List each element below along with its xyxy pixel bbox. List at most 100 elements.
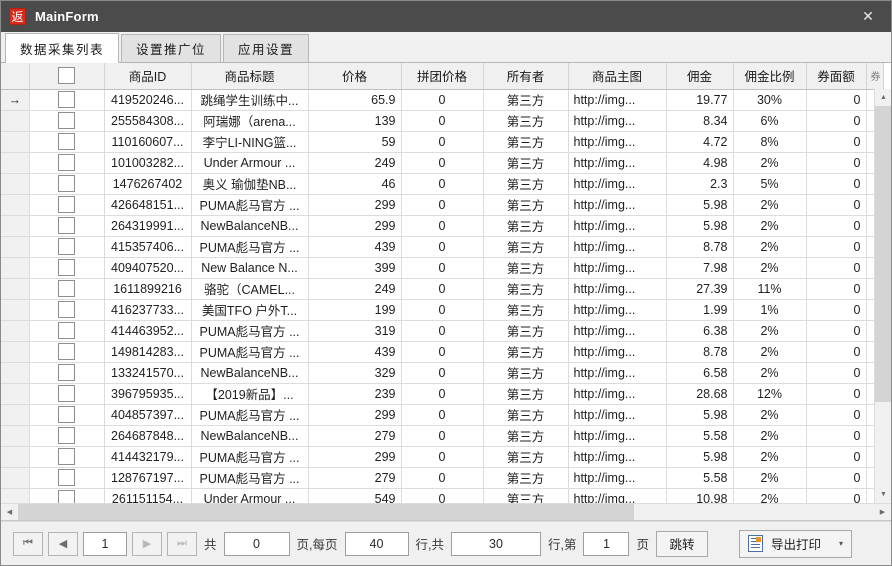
row-checkbox[interactable] — [58, 343, 75, 360]
horizontal-scroll-thumb[interactable] — [18, 504, 635, 520]
table-row[interactable]: 1611899216 骆驼（CAMEL... 249 0 第三方 http://img..… — [1, 278, 884, 300]
total-pages-input[interactable]: 0 — [223, 531, 290, 556]
row-selector[interactable] — [1, 383, 30, 405]
row-checkbox[interactable] — [58, 385, 75, 402]
row-checkbox[interactable] — [58, 217, 75, 234]
row-checkbox[interactable] — [58, 238, 75, 255]
row-checkbox[interactable] — [58, 364, 75, 381]
column-header-img[interactable]: 商品主图 — [568, 63, 667, 90]
row-selector[interactable] — [1, 362, 30, 384]
row-selector[interactable]: → — [1, 89, 30, 111]
row-checkbox[interactable] — [58, 490, 75, 503]
column-header-comm[interactable]: 佣金 — [666, 63, 734, 90]
row-selector[interactable] — [1, 152, 30, 174]
column-header-gprice[interactable]: 拼团价格 — [401, 63, 484, 90]
table-row[interactable]: 396795935... 【2019新品】... 239 0 第三方 http://img… — [1, 383, 884, 405]
table-row[interactable]: 255584308... 阿瑞娜（arena... 139 0 第三方 http://im… — [1, 110, 884, 132]
scroll-left-icon[interactable]: ◀ — [1, 504, 18, 520]
close-icon[interactable]: ✕ — [845, 1, 891, 32]
column-header-id[interactable]: 商品ID — [104, 63, 192, 90]
row-checkbox-cell[interactable] — [29, 425, 105, 447]
row-selector[interactable] — [1, 320, 30, 342]
row-checkbox-cell[interactable] — [29, 362, 105, 384]
row-checkbox[interactable] — [58, 280, 75, 297]
row-selector[interactable] — [1, 278, 30, 300]
horizontal-scroll-track[interactable] — [18, 504, 874, 520]
horizontal-scrollbar[interactable]: ◀ ▶ — [1, 503, 891, 520]
row-selector[interactable] — [1, 404, 30, 426]
row-selector[interactable] — [1, 131, 30, 153]
row-checkbox[interactable] — [58, 196, 75, 213]
next-page-button[interactable]: ▶ — [132, 531, 162, 556]
row-selector[interactable] — [1, 173, 30, 195]
table-row[interactable]: → 419520246... 跳绳学生训练中... 65.9 0 第三方 http://im… — [1, 89, 884, 111]
export-print-button[interactable]: 导出打印 ▾ — [738, 529, 853, 558]
row-selector[interactable] — [1, 341, 30, 363]
row-checkbox[interactable] — [58, 133, 75, 150]
row-checkbox[interactable] — [58, 469, 75, 486]
row-checkbox-cell[interactable] — [29, 404, 105, 426]
tab-1[interactable]: 设置推广位 — [121, 34, 222, 62]
column-header-coupon[interactable]: 券面额 — [806, 63, 867, 90]
current-page-input[interactable]: 1 — [83, 531, 127, 556]
scroll-down-icon[interactable]: ▼ — [875, 486, 891, 503]
row-checkbox-cell[interactable] — [29, 299, 105, 321]
row-checkbox[interactable] — [58, 259, 75, 276]
row-checkbox-cell[interactable] — [29, 194, 105, 216]
prev-page-button[interactable]: ◀ — [48, 531, 78, 556]
tab-2[interactable]: 应用设置 — [223, 34, 310, 62]
column-header-chk[interactable] — [29, 63, 105, 90]
row-checkbox[interactable] — [58, 175, 75, 192]
table-row[interactable]: 404857397... PUMA彪马官方 ... 299 0 第三方 http://im… — [1, 404, 884, 426]
row-checkbox-cell[interactable] — [29, 173, 105, 195]
table-row[interactable]: 101003282... Under Armour ... 249 0 第三方 http:… — [1, 152, 884, 174]
tab-0[interactable]: 数据采集列表 — [5, 33, 120, 63]
row-checkbox-cell[interactable] — [29, 383, 105, 405]
total-rows-input[interactable]: 30 — [450, 531, 541, 556]
table-row[interactable]: 416237733... 美国TFO 户外T... 199 0 第三方 http://im… — [1, 299, 884, 321]
table-row[interactable]: 128767197... PUMA彪马官方 ... 279 0 第三方 http://im… — [1, 467, 884, 489]
row-checkbox[interactable] — [58, 112, 75, 129]
row-selector[interactable] — [1, 110, 30, 132]
row-checkbox-cell[interactable] — [29, 152, 105, 174]
row-checkbox-cell[interactable] — [29, 278, 105, 300]
table-row[interactable]: 1476267402 奥义 瑜伽垫NB... 46 0 第三方 http://img...… — [1, 173, 884, 195]
first-page-button[interactable]: ⏮ — [13, 531, 43, 556]
row-checkbox[interactable] — [58, 427, 75, 444]
row-checkbox-cell[interactable] — [29, 467, 105, 489]
row-selector[interactable] — [1, 425, 30, 447]
row-checkbox-cell[interactable] — [29, 236, 105, 258]
table-row[interactable]: 264319991... NewBalanceNB... 299 0 第三方 http:/… — [1, 215, 884, 237]
row-selector[interactable] — [1, 299, 30, 321]
row-checkbox[interactable] — [58, 91, 75, 108]
table-row[interactable]: 264687848... NewBalanceNB... 279 0 第三方 http:/… — [1, 425, 884, 447]
row-checkbox[interactable] — [58, 154, 75, 171]
vertical-scroll-track[interactable] — [875, 106, 891, 486]
chevron-down-icon[interactable]: ▾ — [839, 539, 843, 548]
rows-per-page-input[interactable]: 40 — [344, 531, 409, 556]
row-selector[interactable] — [1, 236, 30, 258]
row-checkbox-cell[interactable] — [29, 320, 105, 342]
row-checkbox-cell[interactable] — [29, 446, 105, 468]
row-selector[interactable] — [1, 488, 30, 503]
vertical-scrollbar[interactable]: ▲ ▼ — [874, 89, 891, 503]
jump-page-input[interactable]: 1 — [583, 531, 630, 556]
table-row[interactable]: 414463952... PUMA彪马官方 ... 319 0 第三方 http://im… — [1, 320, 884, 342]
table-row[interactable]: 261151154... Under Armour ... 549 0 第三方 http:… — [1, 488, 884, 503]
column-header-sel[interactable] — [1, 63, 30, 90]
vertical-scroll-thumb[interactable] — [875, 106, 891, 402]
row-selector[interactable] — [1, 194, 30, 216]
row-checkbox[interactable] — [58, 322, 75, 339]
row-checkbox-cell[interactable] — [29, 110, 105, 132]
row-checkbox-cell[interactable] — [29, 257, 105, 279]
select-all-checkbox[interactable] — [58, 67, 75, 85]
column-header-more[interactable]: 券 — [866, 63, 884, 90]
row-selector[interactable] — [1, 446, 30, 468]
jump-button[interactable]: 跳转 — [655, 530, 708, 557]
row-checkbox-cell[interactable] — [29, 131, 105, 153]
table-row[interactable]: 133241570... NewBalanceNB... 329 0 第三方 http:/… — [1, 362, 884, 384]
row-checkbox-cell[interactable] — [29, 89, 105, 111]
row-checkbox-cell[interactable] — [29, 341, 105, 363]
row-selector[interactable] — [1, 467, 30, 489]
column-header-owner[interactable]: 所有者 — [483, 63, 569, 90]
